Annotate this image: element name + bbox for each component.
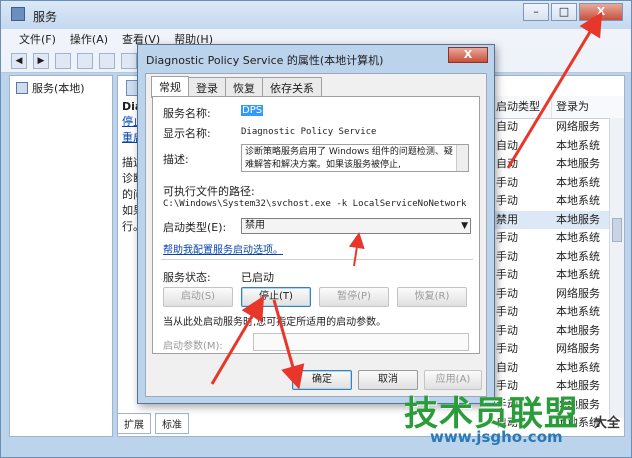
watermark-url: www.jsgho.com <box>430 428 563 446</box>
arrow-to-ok-icon <box>272 299 305 390</box>
arrow-to-close-icon <box>506 11 603 169</box>
arrow-to-startup-type-icon <box>348 232 365 267</box>
arrow-to-stop-icon <box>210 295 265 385</box>
watermark-suffix: 大全 <box>594 416 621 431</box>
